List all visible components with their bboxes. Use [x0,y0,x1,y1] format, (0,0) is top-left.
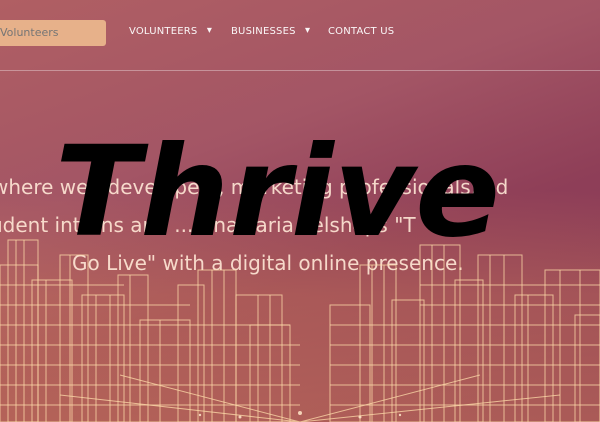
caret-down-icon: ▾ [206,25,213,36]
nav-item-label: VOLUNTEERS [129,26,198,37]
nav-item-label: BUSINESSES [231,26,296,37]
nav-item-contact[interactable]: CONTACT US [328,26,394,37]
nav-item-volunteers[interactable]: VOLUNTEERS ▾ [129,25,213,37]
nav-item-label: CONTACT US [328,26,395,37]
top-navigation-bar: VOLUNTEERS ▾ BUSINESSES ▾ CONTACT US [0,0,600,71]
caret-down-icon: ▾ [305,25,311,36]
logo-text: Thrive [55,120,500,265]
nav-item-businesses[interactable]: BUSINESSES ▾ [231,25,311,37]
search-input[interactable] [0,20,106,46]
thrive-logo: Thrive [55,120,500,265]
